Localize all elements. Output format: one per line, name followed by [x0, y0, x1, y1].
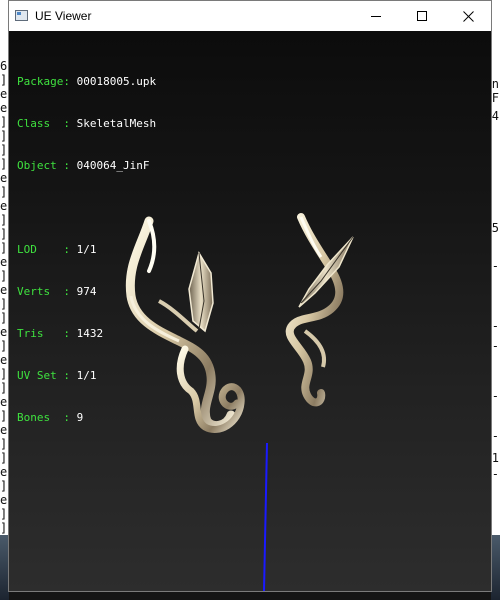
minimize-icon	[371, 16, 381, 17]
close-icon	[462, 10, 474, 22]
background-right-char: -	[491, 467, 499, 481]
background-right-char: 1	[491, 451, 499, 465]
close-button[interactable]	[445, 1, 491, 31]
maximize-icon	[417, 11, 427, 21]
background-right-char: -	[491, 259, 499, 273]
background-right-char: F	[491, 91, 499, 105]
window-title: UE Viewer	[35, 9, 92, 23]
background-right-char: -	[491, 319, 499, 333]
ue-viewer-window[interactable]: UE Viewer Package: 00018005.upk Class : …	[8, 0, 492, 592]
background-right-char: -	[491, 429, 499, 443]
title-bar[interactable]: UE Viewer	[9, 1, 491, 31]
background-right-char: -	[491, 339, 499, 353]
left-horn-ornament	[125, 216, 245, 433]
background-right-char: 4	[491, 109, 499, 123]
background-right-char: -	[491, 389, 499, 403]
right-horn-ornament	[285, 213, 354, 407]
mesh-render	[125, 213, 354, 591]
3d-viewport[interactable]: Package: 00018005.upk Class : SkeletalMe…	[9, 31, 491, 591]
vertical-axis-line	[263, 442, 268, 591]
background-desktop-right	[491, 535, 500, 600]
app-icon[interactable]	[15, 10, 28, 21]
minimize-button[interactable]	[353, 1, 399, 31]
background-right-char: 5	[491, 221, 499, 235]
background-right-char: n	[491, 77, 499, 91]
maximize-button[interactable]	[399, 1, 445, 31]
background-window-right: nF 4 5 - - - - - 1 -	[491, 0, 500, 600]
